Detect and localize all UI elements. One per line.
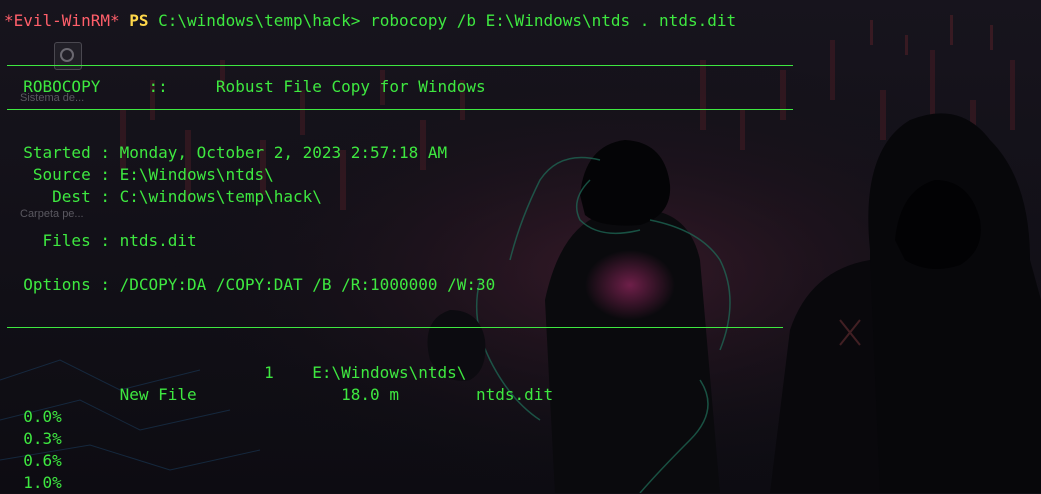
prompt-line: *Evil-WinRM* PS C:\windows\temp\hack> ro… [4,10,736,32]
separator-rule-header [7,109,793,110]
info-started: Started : Monday, October 2, 2023 2:57:1… [4,143,448,162]
info-source: Source : E:\Windows\ntds\ [4,165,274,184]
info-dest: Dest : C:\windows\temp\hack\ [4,187,322,206]
separator-rule-top [7,65,793,66]
command-text: C:\windows\temp\hack> robocopy /b E:\Win… [158,11,737,30]
terminal-window[interactable]: *Evil-WinRM* PS C:\windows\temp\hack> ro… [0,0,1041,493]
progress-line: 0.6% [4,451,62,470]
separator-rule-options [7,327,783,328]
info-files: Files : ntds.dit [4,231,197,250]
progress-line: 0.3% [4,429,62,448]
prompt-ps: PS [129,11,149,30]
info-options: Options : /DCOPY:DA /COPY:DAT /B /R:1000… [4,275,496,294]
progress-line: 1.0% [4,473,62,492]
progress-line: 0.0% [4,407,62,426]
robocopy-header-title: ROBOCOPY :: Robust File Copy for Windows [4,77,486,96]
transfer-file-line: New File 18.0 m ntds.dit [4,385,554,404]
transfer-dir-line: 1 E:\Windows\ntds\ [4,363,467,382]
prompt-evil-winrm: *Evil-WinRM* [4,11,120,30]
